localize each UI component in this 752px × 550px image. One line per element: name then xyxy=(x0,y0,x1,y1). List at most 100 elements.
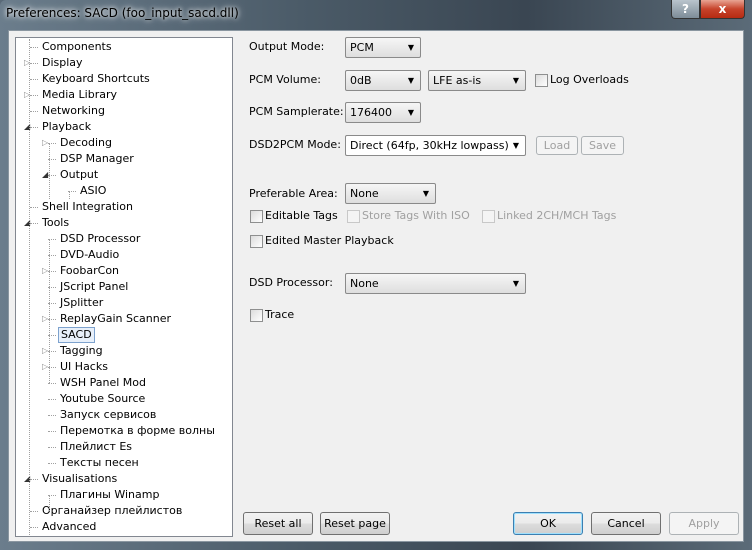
ok-button[interactable]: OK xyxy=(513,512,583,535)
dsd-processor-label: DSD Processor: xyxy=(249,276,333,289)
collapse-arrow-icon[interactable]: ◢ xyxy=(42,167,48,183)
tree-connector xyxy=(30,47,38,48)
tree-item[interactable]: Media Library xyxy=(40,87,119,103)
chevron-down-icon: ▼ xyxy=(512,279,519,288)
tree-item[interactable]: Components xyxy=(40,39,114,55)
tree-item[interactable]: JScript Panel xyxy=(58,279,130,295)
tree-item[interactable]: Плагины Winamp xyxy=(58,487,161,503)
reset-all-button[interactable]: Reset all xyxy=(243,512,313,535)
tree-item[interactable]: Decoding xyxy=(58,135,114,151)
log-overloads-label[interactable]: Log Overloads xyxy=(550,72,629,88)
pcm-samplerate-label: PCM Samplerate: xyxy=(249,105,344,118)
tree-item[interactable]: Плейлист Es xyxy=(58,439,134,455)
tree-item[interactable]: Перемотка в форме волны xyxy=(58,423,217,439)
chevron-down-icon: ▼ xyxy=(407,76,414,85)
tree-connector xyxy=(48,431,56,432)
expand-arrow-icon[interactable]: ▷ xyxy=(42,343,48,359)
tree-item[interactable]: Playback xyxy=(40,119,93,135)
preferable-area-value: None xyxy=(350,187,379,200)
tree-connector xyxy=(49,143,50,199)
pcm-volume-select[interactable]: 0dB ▼ xyxy=(345,70,421,91)
trace-label[interactable]: Trace xyxy=(265,307,294,323)
tree-item[interactable]: Органайзер плейлистов xyxy=(40,503,184,519)
expand-arrow-icon[interactable]: ▷ xyxy=(42,135,48,151)
close-button[interactable]: x xyxy=(700,0,745,19)
tree-item[interactable]: DSP Manager xyxy=(58,151,136,167)
dsd-processor-value: None xyxy=(350,277,379,290)
tree-item[interactable]: JSplitter xyxy=(58,295,105,311)
linked-tags-checkbox[interactable] xyxy=(482,210,495,223)
tree-item[interactable]: Display xyxy=(40,55,85,71)
tree-item[interactable]: Tagging xyxy=(58,343,105,359)
tree-item[interactable]: Тексты песен xyxy=(58,455,141,471)
tree-connector xyxy=(48,399,56,400)
dsd2pcm-mode-label: DSD2PCM Mode: xyxy=(249,138,341,151)
editable-tags-label[interactable]: Editable Tags xyxy=(265,208,338,224)
output-mode-select[interactable]: PCM ▼ xyxy=(345,37,421,58)
tree-item[interactable]: WSH Panel Mod xyxy=(58,375,148,391)
dsd2pcm-mode-value: Direct (64fp, 30kHz lowpass) xyxy=(350,139,509,152)
dialog-client: Components ▷ Display Keyboard Shortcuts ▷ Med… xyxy=(8,30,744,542)
tree-connector xyxy=(30,223,38,224)
chevron-down-icon: ▼ xyxy=(407,108,414,117)
tree-item[interactable]: Youtube Source xyxy=(58,391,147,407)
tree-item[interactable]: DVD-Audio xyxy=(58,247,121,263)
pcm-volume-label: PCM Volume: xyxy=(249,73,321,86)
tree-item[interactable]: Запуск сервисов xyxy=(58,407,158,423)
output-mode-value: PCM xyxy=(350,41,374,54)
tree-item[interactable]: ASIO xyxy=(78,183,108,199)
log-overloads-checkbox[interactable] xyxy=(535,74,548,87)
expand-arrow-icon[interactable]: ▷ xyxy=(42,311,48,327)
pcm-volume-value: 0dB xyxy=(350,74,372,87)
tree-item[interactable]: ReplayGain Scanner xyxy=(58,311,173,327)
tree-connector xyxy=(30,63,38,64)
expand-arrow-icon[interactable]: ▷ xyxy=(42,359,48,375)
linked-tags-label[interactable]: Linked 2CH/MCH Tags xyxy=(497,208,616,224)
tree-connector xyxy=(49,239,50,383)
preferable-area-label: Preferable Area: xyxy=(249,187,338,200)
lfe-select[interactable]: LFE as-is ▼ xyxy=(428,70,526,91)
tree-item[interactable]: FoobarCon xyxy=(58,263,121,279)
tree-item[interactable]: DSD Processor xyxy=(58,231,142,247)
tree-connector xyxy=(29,39,30,535)
store-tags-iso-label[interactable]: Store Tags With ISO xyxy=(362,208,470,224)
tree-connector xyxy=(69,191,70,199)
pcm-samplerate-select[interactable]: 176400 ▼ xyxy=(345,102,421,123)
load-button[interactable]: Load xyxy=(536,136,578,155)
tree-item[interactable]: SACD xyxy=(58,327,95,343)
store-tags-iso-checkbox[interactable] xyxy=(347,210,360,223)
tree-connector xyxy=(30,207,38,208)
dsd-processor-select[interactable]: None ▼ xyxy=(345,273,526,294)
trace-checkbox[interactable] xyxy=(250,309,263,322)
tree-item[interactable]: UI Hacks xyxy=(58,359,110,375)
tree-item[interactable]: Advanced xyxy=(40,519,98,535)
chevron-down-icon: ▼ xyxy=(512,76,519,85)
save-button[interactable]: Save xyxy=(581,136,624,155)
apply-button[interactable]: Apply xyxy=(669,512,739,535)
tree-connector xyxy=(30,527,38,528)
window-title: Preferences: SACD (foo_input_sacd.dll) xyxy=(6,6,239,20)
edited-master-checkbox[interactable] xyxy=(250,235,263,248)
dsd2pcm-mode-select[interactable]: Direct (64fp, 30kHz lowpass) ▼ xyxy=(345,135,526,156)
tree-connector xyxy=(30,111,38,112)
preferable-area-select[interactable]: None ▼ xyxy=(345,183,436,204)
help-button[interactable]: ? xyxy=(671,0,700,19)
preferences-tree[interactable]: Components ▷ Display Keyboard Shortcuts ▷ Med… xyxy=(15,37,233,537)
reset-page-button[interactable]: Reset page xyxy=(320,512,390,535)
expand-arrow-icon[interactable]: ▷ xyxy=(42,263,48,279)
cancel-button[interactable]: Cancel xyxy=(591,512,661,535)
tree-item[interactable]: Shell Integration xyxy=(40,199,135,215)
edited-master-label[interactable]: Edited Master Playback xyxy=(265,233,394,249)
tree-item[interactable]: Keyboard Shortcuts xyxy=(40,71,152,87)
tree-connector xyxy=(30,479,38,480)
tree-item[interactable]: Visualisations xyxy=(40,471,119,487)
editable-tags-checkbox[interactable] xyxy=(250,210,263,223)
tree-item[interactable]: Networking xyxy=(40,103,107,119)
tree-connector xyxy=(48,447,56,448)
tree-connector xyxy=(30,511,38,512)
tree-item[interactable]: Tools xyxy=(40,215,71,231)
tree-item[interactable]: Output xyxy=(58,167,100,183)
chevron-down-icon: ▼ xyxy=(422,189,429,198)
tree-connector xyxy=(30,127,38,128)
lfe-value: LFE as-is xyxy=(433,74,482,87)
